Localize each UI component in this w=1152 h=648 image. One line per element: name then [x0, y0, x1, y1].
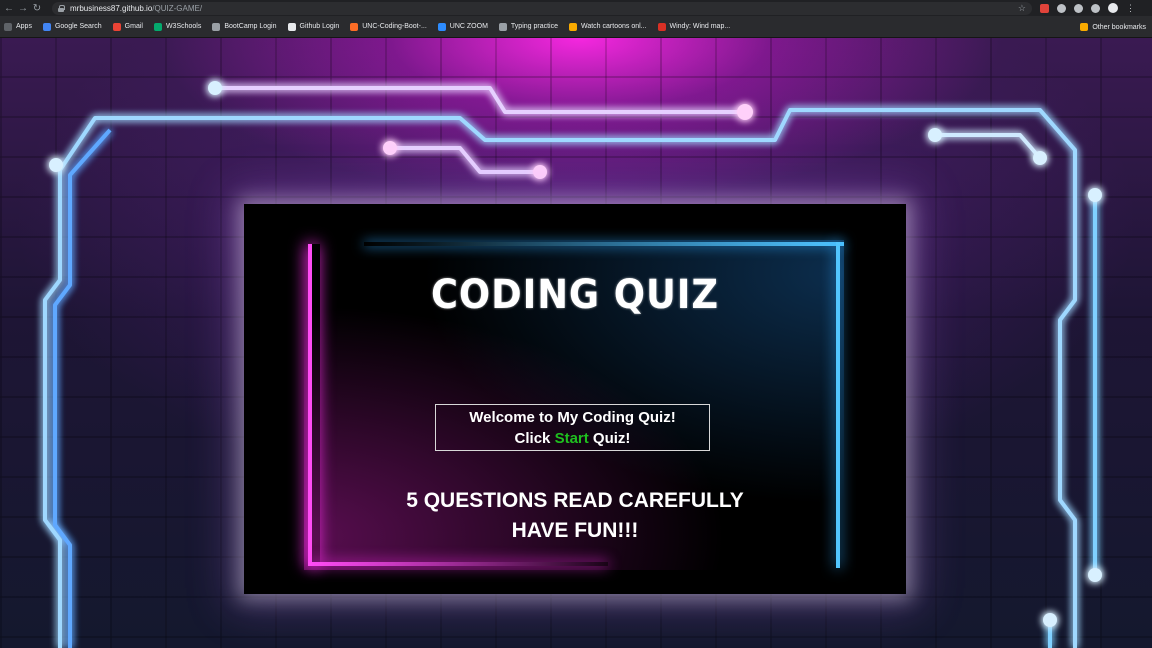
zoom-icon — [437, 22, 446, 31]
bookmarks-bar: Apps Google Search Gmail W3Schools BootC… — [0, 16, 1152, 38]
start-instruction: Click Start Quiz! — [436, 428, 709, 449]
lock-icon — [58, 4, 65, 12]
bookmark-w3schools[interactable]: W3Schools — [153, 22, 201, 31]
google-icon — [42, 22, 51, 31]
forward-icon[interactable]: → — [16, 1, 30, 15]
bookmark-google-search[interactable]: Google Search — [42, 22, 102, 31]
apps-grid-icon — [4, 22, 12, 31]
bookmark-apps[interactable]: Apps — [4, 22, 32, 31]
w3schools-icon — [153, 22, 162, 31]
neon-frame-bottom — [308, 562, 608, 566]
other-bookmarks-folder[interactable]: Other bookmarks — [1080, 23, 1146, 31]
bookmark-windy[interactable]: Windy: Wind map... — [657, 22, 730, 31]
windy-icon — [657, 22, 666, 31]
url-path: /QUIZ-GAME/ — [152, 3, 203, 13]
gmail-icon — [112, 22, 121, 31]
bookmark-bootcamp-login[interactable]: BootCamp Login — [212, 22, 277, 31]
extension-icon[interactable] — [1057, 3, 1066, 13]
click-prefix-text: Click — [514, 430, 555, 447]
bookmark-unc-coding-bootcamp[interactable]: UNC-Coding-Boot-... — [350, 22, 427, 31]
bookmark-gmail[interactable]: Gmail — [112, 22, 143, 31]
start-button[interactable]: Start — [555, 430, 589, 447]
neon-frame-top — [364, 242, 844, 246]
globe-icon — [212, 22, 221, 31]
profile-avatar[interactable] — [1108, 3, 1118, 13]
back-icon[interactable]: ← — [2, 1, 16, 15]
have-fun-text: HAVE FUN!!! — [511, 519, 639, 542]
bookmark-github-login[interactable]: Github Login — [287, 22, 339, 31]
welcome-text: Welcome to My Coding Quiz! — [469, 409, 676, 426]
bookmark-typing-practice[interactable]: Typing practice — [498, 22, 558, 31]
bookmark-watch-cartoons[interactable]: Watch cartoons onl... — [569, 22, 647, 31]
folder-icon — [1080, 23, 1089, 31]
quiz-title: CODING QUIZ — [430, 272, 720, 318]
cartoon-site-icon — [569, 22, 577, 31]
click-suffix-text: Quiz! — [588, 430, 631, 447]
page-background: CODING QUIZ Welcome to My Coding Quiz! C… — [0, 38, 1152, 648]
github-icon — [287, 22, 296, 31]
puzzle-extensions-icon[interactable] — [1091, 3, 1100, 13]
quiz-info: 5 QUESTIONS READ CAREFULLY HAVE FUN!!! — [244, 486, 906, 546]
kebab-menu-icon[interactable]: ⋮ — [1126, 3, 1135, 14]
page-icon — [498, 22, 507, 31]
extension-icon[interactable] — [1040, 3, 1049, 13]
extensions-area: ⋮ — [1040, 3, 1135, 14]
bookmark-unc-zoom[interactable]: UNC ZOOM — [437, 22, 488, 31]
browser-toolbar: ← → ↻ mrbusiness87.github.io /QUIZ-GAME/… — [0, 0, 1152, 16]
url-host: mrbusiness87.github.io — [70, 3, 153, 13]
bookmark-star-icon[interactable]: ☆ — [1018, 3, 1026, 14]
quiz-card: CODING QUIZ Welcome to My Coding Quiz! C… — [244, 204, 906, 594]
gitlab-icon — [350, 22, 359, 31]
extension-icon[interactable] — [1074, 3, 1083, 13]
questions-count-text: 5 QUESTIONS READ CAREFULLY — [406, 489, 744, 512]
welcome-box: Welcome to My Coding Quiz! Click Start Q… — [435, 404, 710, 451]
reload-icon[interactable]: ↻ — [30, 1, 44, 15]
address-bar[interactable]: mrbusiness87.github.io /QUIZ-GAME/ ☆ — [52, 1, 1032, 15]
